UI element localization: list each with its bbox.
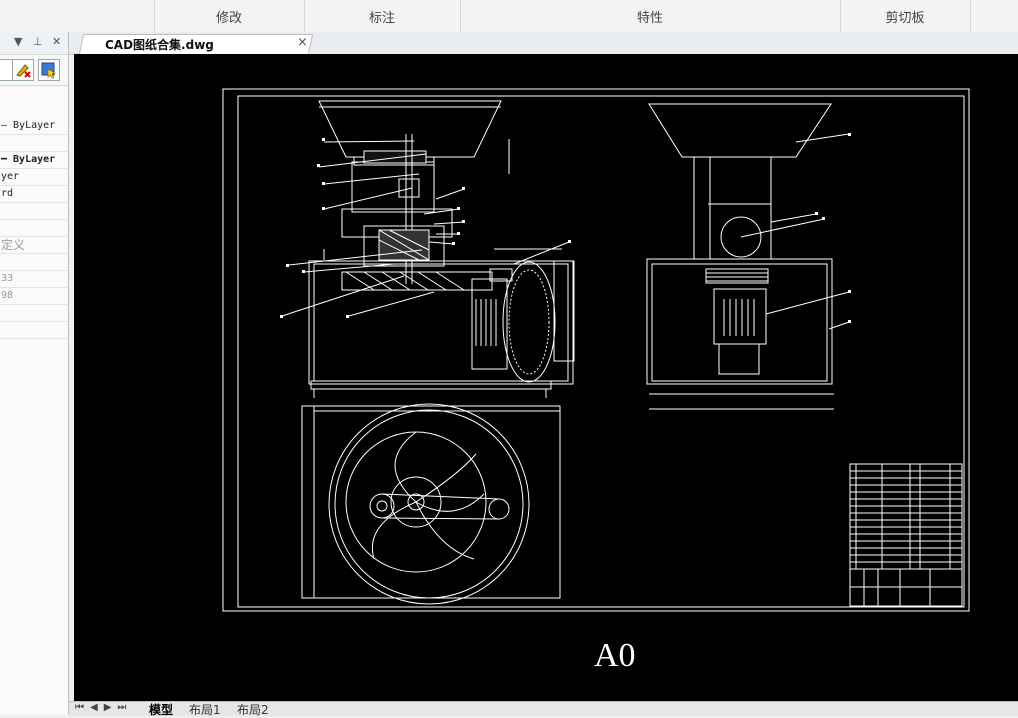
property-row[interactable]: 定义 xyxy=(0,237,68,254)
tab-layout2[interactable]: 布局2 xyxy=(237,701,269,718)
top-view xyxy=(301,403,561,605)
ribbon-group-label: 特性 xyxy=(636,11,663,26)
panel-spacer xyxy=(0,86,68,118)
tab-layout1[interactable]: 布局1 xyxy=(189,701,221,718)
panel-dropdown-icon[interactable]: ▼ xyxy=(14,35,22,48)
property-list: — ByLayer ━ ByLayer yer rd 定义 33 98 xyxy=(0,118,68,339)
side-view xyxy=(646,103,851,410)
cad-drawing: A0 xyxy=(222,88,970,674)
property-row[interactable] xyxy=(0,135,68,152)
property-row[interactable] xyxy=(0,254,68,271)
property-row[interactable]: 33 xyxy=(0,271,68,288)
quick-select-icon[interactable] xyxy=(38,59,60,81)
sheet-inner-border xyxy=(237,95,965,608)
ribbon-group-label: 修改 xyxy=(215,11,242,26)
document-tab-title[interactable]: CAD图纸合集.dwg xyxy=(105,36,214,53)
property-row[interactable]: — ByLayer xyxy=(0,118,68,135)
close-icon[interactable]: × xyxy=(297,35,308,50)
property-row[interactable] xyxy=(0,203,68,220)
panel-titlebar: ▼ ⊥ ✕ xyxy=(0,32,68,55)
title-block xyxy=(849,463,963,607)
property-row[interactable]: yer xyxy=(0,169,68,186)
property-row[interactable]: 98 xyxy=(0,288,68,305)
panel-toolbar xyxy=(0,55,68,86)
panel-pin-icon[interactable]: ⊥ xyxy=(33,35,43,48)
tab-model[interactable]: 模型 xyxy=(149,701,173,718)
layout-nav-arrows-icon[interactable]: ⏮◀▶⏭ xyxy=(75,702,132,713)
select-objects-icon[interactable] xyxy=(12,59,34,81)
ribbon-group-blank xyxy=(0,0,155,32)
ribbon: 修改 标注 特性 剪切板 xyxy=(0,0,1018,33)
front-view xyxy=(280,100,575,398)
ribbon-group-label: 剪切板 xyxy=(885,11,925,26)
ribbon-group-dimension[interactable]: 标注 xyxy=(304,0,461,32)
property-row[interactable] xyxy=(0,220,68,237)
ribbon-group-modify[interactable]: 修改 xyxy=(154,0,305,32)
property-row[interactable] xyxy=(0,305,68,322)
ribbon-group-clipboard[interactable]: 剪切板 xyxy=(840,0,971,32)
sheet-outer-border xyxy=(222,88,970,612)
sheet-size-label: A0 xyxy=(594,637,636,674)
layout-tab-strip: ⏮◀▶⏭ 模型 布局1 布局2 xyxy=(69,701,1018,718)
property-row[interactable] xyxy=(0,322,68,339)
ribbon-group-label: 标注 xyxy=(368,11,395,26)
property-row[interactable]: rd xyxy=(0,186,68,203)
panel-close-icon[interactable]: ✕ xyxy=(52,35,61,48)
properties-panel: ▼ ⊥ ✕ — ByLayer ━ ByLayer yer rd 定义 33 9… xyxy=(0,32,69,715)
property-row[interactable]: ━ ByLayer xyxy=(0,152,68,169)
ribbon-group-properties[interactable]: 特性 xyxy=(460,0,841,32)
document-tab-strip: CAD图纸合集.dwg × xyxy=(69,32,1018,55)
drawing-canvas[interactable]: A0 xyxy=(74,54,1018,701)
